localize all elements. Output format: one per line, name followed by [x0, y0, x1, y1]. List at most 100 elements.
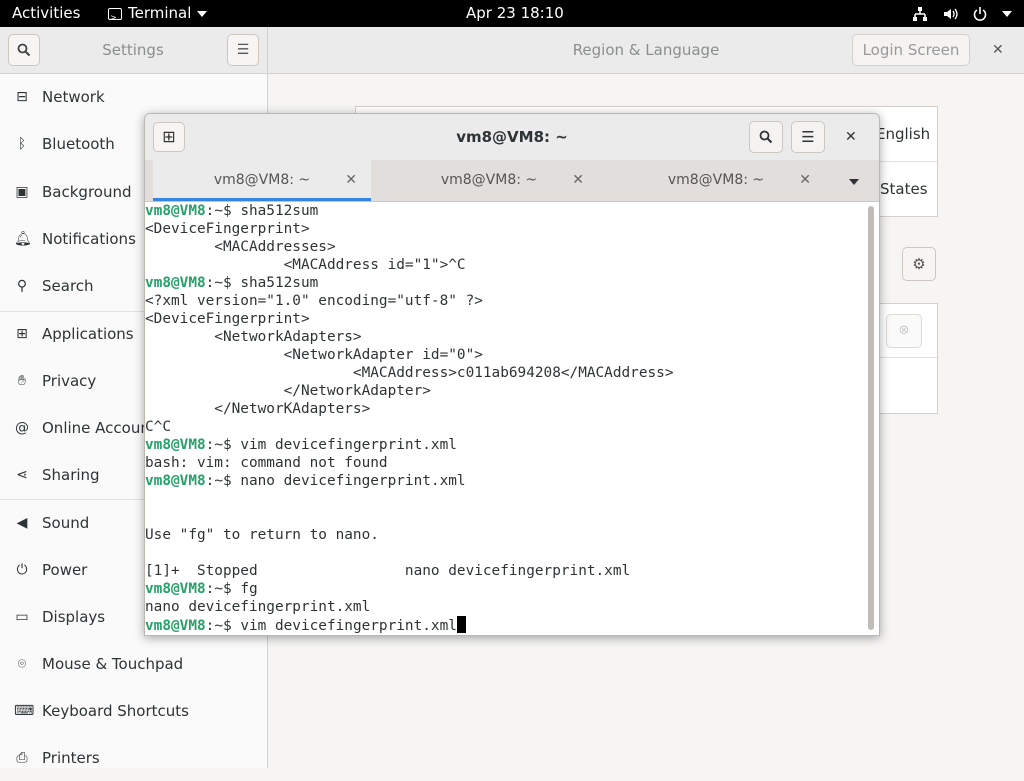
sidebar-item-label: Bluetooth: [42, 135, 115, 153]
terminal-output-line: bash: vim: command not found: [145, 454, 867, 472]
line-text: vim devicefingerprint.xml: [240, 618, 457, 634]
keyboard-icon: ⌨: [14, 703, 35, 719]
terminal-tab[interactable]: vm8@VM8: ~ ✕: [153, 160, 371, 201]
terminal-tab[interactable]: vm8@VM8: ~ ✕: [380, 160, 598, 201]
terminal-output-line: [1]+ Stopped nano devicefingerprint.xml: [145, 562, 867, 580]
at-icon: @: [15, 420, 29, 436]
app-menu-label: Terminal: [128, 4, 192, 22]
sidebar-title: Settings: [102, 41, 164, 59]
formats-value[interactable]: States: [880, 180, 928, 198]
chevron-down-icon: [197, 10, 208, 17]
terminal-output-line: C^C: [145, 418, 867, 436]
line-text: sha512sum: [240, 203, 319, 219]
terminal-tab[interactable]: vm8@VM8: ~ ✕: [607, 160, 825, 201]
remove-icon: ⊗: [898, 323, 910, 338]
settings-menu-button[interactable]: ☰: [227, 34, 259, 66]
line-text: <MACAddresses>: [145, 239, 336, 255]
prompt-suffix: :~$: [205, 437, 241, 453]
close-icon: ✕: [845, 129, 857, 145]
speaker-icon: ◀: [16, 515, 28, 531]
prompt-suffix: :~$: [205, 581, 241, 597]
terminal-output-line: <DeviceFingerprint>: [145, 310, 867, 328]
terminal-prompt-line: vm8@VM8:~$ vim devicefingerprint.xml: [145, 436, 867, 454]
sidebar-item-label: Privacy: [42, 372, 97, 390]
sidebar-item-label: Sharing: [42, 466, 100, 484]
background-icon: ▣: [15, 184, 29, 200]
line-text: Use "fg" to return to nano.: [145, 527, 379, 543]
tab-close-icon[interactable]: ✕: [345, 160, 357, 200]
line-text: <MACAddress id="1">^C: [145, 257, 466, 273]
line-text: [1]+ Stopped nano devicefingerprint.xml: [145, 563, 631, 579]
mouse-icon: ⌾: [17, 656, 27, 672]
terminal-headerbar: ⊞ vm8@VM8: ~ ☰ ✕: [145, 114, 879, 160]
clock[interactable]: Apr 23 18:10: [466, 0, 564, 27]
tab-close-icon[interactable]: ✕: [572, 160, 584, 200]
sidebar-item-label: Network: [42, 88, 105, 106]
settings-close-button[interactable]: ✕: [992, 27, 1004, 73]
settings-search-button[interactable]: [8, 34, 40, 66]
login-screen-button[interactable]: Login Screen: [852, 34, 970, 66]
sidebar-item-mouse-touchpad[interactable]: ⌾ Mouse & Touchpad: [0, 641, 267, 687]
volume-icon: [944, 8, 958, 19]
sidebar-item-keyboard-shortcuts[interactable]: ⌨ Keyboard Shortcuts: [0, 688, 267, 734]
activities-button[interactable]: Activities: [12, 0, 80, 27]
sidebar-item-label: Background: [42, 183, 132, 201]
prompt-user: vm8@VM8: [145, 203, 206, 219]
prompt-suffix: :~$: [205, 473, 241, 489]
bluetooth-icon: ᛒ: [17, 136, 27, 152]
tab-list-button[interactable]: [849, 160, 859, 200]
line-text: C^C: [145, 419, 171, 435]
line-text: sha512sum: [240, 275, 319, 291]
terminal-scrollbar[interactable]: [868, 206, 874, 630]
terminal-output-line: <?xml version="1.0" encoding="utf-8" ?>: [145, 292, 867, 310]
applications-icon: ⊞: [16, 326, 28, 342]
terminal-output-line: Use "fg" to return to nano.: [145, 526, 867, 544]
terminal-output-line: <MACAddresses>: [145, 238, 867, 256]
prompt-user: vm8@VM8: [145, 618, 206, 634]
line-text: fg: [240, 581, 258, 597]
terminal-close-button[interactable]: ✕: [845, 114, 857, 160]
hamburger-icon: ☰: [236, 42, 250, 58]
gear-icon: ⚙: [912, 255, 926, 273]
terminal-output[interactable]: vm8@VM8:~$ sha512sum <DeviceFingerprint> …: [145, 202, 867, 635]
terminal-output-line: <NetworkAdapters>: [145, 328, 867, 346]
prompt-suffix: :~$: [205, 203, 241, 219]
language-value[interactable]: English: [876, 125, 930, 143]
line-text: bash: vim: command not found: [145, 455, 388, 471]
settings-headerbar: Settings ☰ Region & Language Login Scree…: [0, 27, 1024, 74]
system-menu-chevron-icon: [1002, 10, 1012, 17]
terminal-menu-button[interactable]: ☰: [791, 121, 825, 153]
sidebar-item-label: Displays: [42, 608, 106, 626]
sidebar-item-printers[interactable]: ⎙ Printers: [0, 735, 267, 781]
sidebar-item-label: Mouse & Touchpad: [42, 655, 184, 673]
line-text: <NetworkAdapter id="0">: [145, 347, 483, 363]
printer-icon: ⎙: [16, 750, 28, 766]
input-source-options-button[interactable]: ⚙: [902, 247, 936, 281]
terminal-output-line: <MACAddress id="1">^C: [145, 256, 867, 274]
system-tray[interactable]: [912, 0, 1012, 27]
app-menu-button[interactable]: Terminal: [108, 0, 208, 31]
chevron-down-icon: [849, 179, 859, 185]
terminal-search-button[interactable]: [749, 121, 783, 153]
power-icon: [973, 6, 987, 21]
tab-close-icon[interactable]: ✕: [799, 160, 811, 200]
sidebar-item-label: Power: [42, 561, 88, 579]
terminal-output-line: <NetworkAdapter id="0">: [145, 346, 867, 364]
tab-label: vm8@VM8: ~: [440, 172, 538, 188]
sidebar-item-label: Sound: [42, 514, 90, 532]
terminal-prompt-line: vm8@VM8:~$ sha512sum: [145, 202, 867, 220]
prompt-user: vm8@VM8: [145, 437, 206, 453]
top-bar: Activities Terminal Apr 23 18:10: [0, 0, 1024, 31]
search-icon: [17, 43, 31, 57]
share-icon: ⋖: [16, 467, 28, 483]
active-tab-indicator: [153, 198, 371, 201]
terminal-output-line: nano devicefingerprint.xml: [145, 598, 867, 616]
line-text: nano devicefingerprint.xml: [240, 473, 466, 489]
remove-input-source-button[interactable]: ⊗: [886, 314, 922, 348]
line-text: <DeviceFingerprint>: [145, 311, 310, 327]
terminal-prompt-line: vm8@VM8:~$ vim devicefingerprint.xml: [145, 616, 867, 634]
hand-icon: ✋︎: [18, 373, 26, 389]
line-text: nano devicefingerprint.xml: [145, 599, 371, 615]
line-text: <NetworkAdapters>: [145, 329, 362, 345]
terminal-output-line: </NetworkAdapter>: [145, 382, 867, 400]
